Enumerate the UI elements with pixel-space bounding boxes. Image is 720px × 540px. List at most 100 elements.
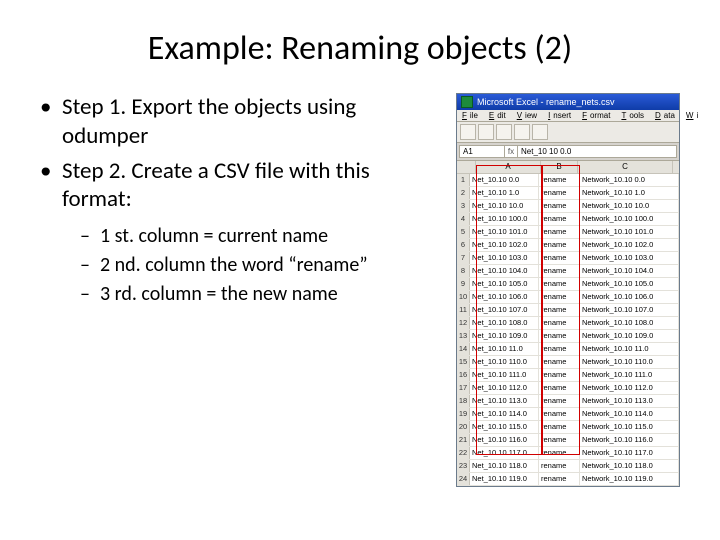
cell[interactable]: Net_10.10 0.0 bbox=[470, 174, 539, 186]
row-header[interactable]: 3 bbox=[457, 200, 470, 212]
cell[interactable]: Net_10.10 114.0 bbox=[470, 408, 539, 420]
cell[interactable]: Net_10.10 108.0 bbox=[470, 317, 539, 329]
menu-file[interactable]: File bbox=[459, 111, 484, 120]
menu-edit[interactable]: Edit bbox=[486, 111, 512, 120]
row-header[interactable]: 20 bbox=[457, 421, 470, 433]
cell[interactable]: rename bbox=[539, 317, 580, 329]
cell[interactable]: Network_10.10 0.0 bbox=[580, 174, 679, 186]
cell[interactable]: Net_10.10 101.0 bbox=[470, 226, 539, 238]
row-header[interactable]: 23 bbox=[457, 460, 470, 472]
cell[interactable]: Net_10.10 113.0 bbox=[470, 395, 539, 407]
cell[interactable]: Network_10.10 114.0 bbox=[580, 408, 679, 420]
cell[interactable]: Network_10.10 101.0 bbox=[580, 226, 679, 238]
name-box[interactable]: A1 bbox=[460, 146, 505, 157]
row-header[interactable]: 8 bbox=[457, 265, 470, 277]
row-header[interactable]: 6 bbox=[457, 239, 470, 251]
row-header[interactable]: 22 bbox=[457, 447, 470, 459]
cell[interactable]: Net_10.10 116.0 bbox=[470, 434, 539, 446]
cell[interactable]: Net_10.10 102.0 bbox=[470, 239, 539, 251]
cell[interactable]: rename bbox=[539, 278, 580, 290]
cell[interactable]: Network_10.10 118.0 bbox=[580, 460, 679, 472]
cell[interactable]: rename bbox=[539, 304, 580, 316]
cell[interactable]: Network_10.10 1.0 bbox=[580, 187, 679, 199]
row-header[interactable]: 24 bbox=[457, 473, 470, 485]
menu-data[interactable]: Data bbox=[652, 111, 681, 120]
cell[interactable]: Net_10.10 115.0 bbox=[470, 421, 539, 433]
cell[interactable]: rename bbox=[539, 434, 580, 446]
cell[interactable]: rename bbox=[539, 460, 580, 472]
cell[interactable]: Net_10.10 112.0 bbox=[470, 382, 539, 394]
column-header-b[interactable]: B bbox=[541, 161, 578, 173]
row-header[interactable]: 7 bbox=[457, 252, 470, 264]
cell[interactable]: Network_10.10 106.0 bbox=[580, 291, 679, 303]
cell[interactable]: rename bbox=[539, 395, 580, 407]
cell[interactable]: Network_10.10 103.0 bbox=[580, 252, 679, 264]
cell[interactable]: Network_10.10 117.0 bbox=[580, 447, 679, 459]
row-header[interactable]: 9 bbox=[457, 278, 470, 290]
cell[interactable]: rename bbox=[539, 408, 580, 420]
cell[interactable]: rename bbox=[539, 330, 580, 342]
cell[interactable]: Network_10.10 119.0 bbox=[580, 473, 679, 485]
row-header[interactable]: 17 bbox=[457, 382, 470, 394]
row-header[interactable]: 10 bbox=[457, 291, 470, 303]
row-header[interactable]: 4 bbox=[457, 213, 470, 225]
menu-tools[interactable]: Tools bbox=[618, 111, 650, 120]
cell[interactable]: rename bbox=[539, 473, 580, 485]
toolbar-button[interactable] bbox=[496, 124, 512, 140]
toolbar-button[interactable] bbox=[532, 124, 548, 140]
cell[interactable]: Network_10.10 116.0 bbox=[580, 434, 679, 446]
cell[interactable]: Network_10.10 11.0 bbox=[580, 343, 679, 355]
cell[interactable]: rename bbox=[539, 239, 580, 251]
row-header[interactable]: 13 bbox=[457, 330, 470, 342]
select-all-corner[interactable] bbox=[457, 161, 476, 173]
menu-format[interactable]: Format bbox=[579, 111, 616, 120]
cell[interactable]: Network_10.10 110.0 bbox=[580, 356, 679, 368]
cell[interactable]: Network_10.10 111.0 bbox=[580, 369, 679, 381]
cell[interactable]: rename bbox=[539, 343, 580, 355]
cell[interactable]: rename bbox=[539, 421, 580, 433]
cell[interactable]: Net_10.10 103.0 bbox=[470, 252, 539, 264]
row-header[interactable]: 16 bbox=[457, 369, 470, 381]
formula-value[interactable]: Net_10 10 0.0 bbox=[518, 146, 676, 157]
cell[interactable]: Network_10.10 105.0 bbox=[580, 278, 679, 290]
cell[interactable]: Net_10.10 118.0 bbox=[470, 460, 539, 472]
cell[interactable]: rename bbox=[539, 356, 580, 368]
cell[interactable]: Network_10.10 107.0 bbox=[580, 304, 679, 316]
cell[interactable]: Net_10.10 106.0 bbox=[470, 291, 539, 303]
cell[interactable]: Network_10.10 104.0 bbox=[580, 265, 679, 277]
row-header[interactable]: 19 bbox=[457, 408, 470, 420]
column-header-a[interactable]: A bbox=[476, 161, 541, 173]
row-header[interactable]: 18 bbox=[457, 395, 470, 407]
cell[interactable]: Net_10.10 107.0 bbox=[470, 304, 539, 316]
cell[interactable]: rename bbox=[539, 382, 580, 394]
row-header[interactable]: 5 bbox=[457, 226, 470, 238]
cell[interactable]: Network_10.10 112.0 bbox=[580, 382, 679, 394]
row-header[interactable]: 14 bbox=[457, 343, 470, 355]
cell[interactable]: rename bbox=[539, 265, 580, 277]
row-header[interactable]: 15 bbox=[457, 356, 470, 368]
row-header[interactable]: 21 bbox=[457, 434, 470, 446]
cell[interactable]: Network_10.10 108.0 bbox=[580, 317, 679, 329]
cell[interactable]: rename bbox=[539, 226, 580, 238]
cell[interactable]: Network_10.10 109.0 bbox=[580, 330, 679, 342]
cell[interactable]: Network_10.10 10.0 bbox=[580, 200, 679, 212]
cell[interactable]: Network_10.10 102.0 bbox=[580, 239, 679, 251]
row-header[interactable]: 12 bbox=[457, 317, 470, 329]
cell[interactable]: Net_10.10 1.0 bbox=[470, 187, 539, 199]
cell[interactable]: Net_10.10 110.0 bbox=[470, 356, 539, 368]
row-header[interactable]: 2 bbox=[457, 187, 470, 199]
toolbar-button[interactable] bbox=[514, 124, 530, 140]
cell[interactable]: rename bbox=[539, 213, 580, 225]
cell[interactable]: rename bbox=[539, 291, 580, 303]
row-header[interactable]: 1 bbox=[457, 174, 470, 186]
cell[interactable]: Network_10.10 100.0 bbox=[580, 213, 679, 225]
menu-insert[interactable]: Insert bbox=[545, 111, 577, 120]
cell[interactable]: Network_10.10 113.0 bbox=[580, 395, 679, 407]
cell[interactable]: rename bbox=[539, 187, 580, 199]
cell[interactable]: Net_10.10 117.0 bbox=[470, 447, 539, 459]
column-header-c[interactable]: C bbox=[578, 161, 673, 173]
cell[interactable]: rename bbox=[539, 174, 580, 186]
cell[interactable]: rename bbox=[539, 369, 580, 381]
row-header[interactable]: 11 bbox=[457, 304, 470, 316]
cell[interactable]: Net_10.10 119.0 bbox=[470, 473, 539, 485]
